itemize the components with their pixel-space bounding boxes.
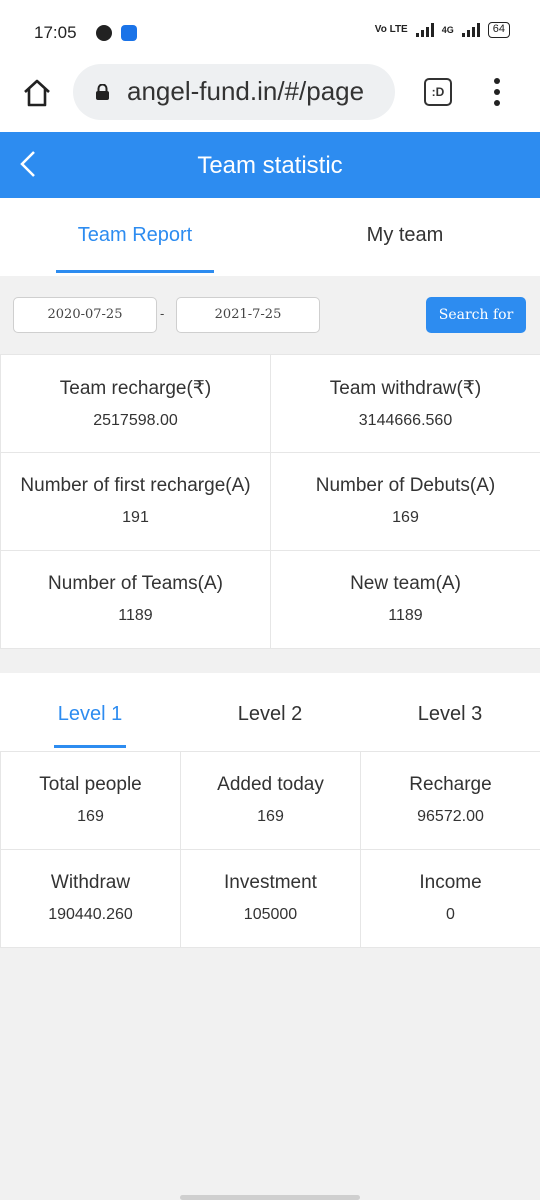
- clock: 17:05: [34, 23, 77, 42]
- level-stat-income: Income 0: [360, 849, 540, 948]
- date-filter: 2020-07-25 - 2021-7-25 Search for: [0, 276, 540, 354]
- more-menu-icon[interactable]: [487, 74, 507, 110]
- stat-label: Number of Teams(A): [48, 573, 223, 594]
- tab-team-report[interactable]: Team Report: [0, 224, 270, 247]
- stat-value: 169: [77, 808, 104, 825]
- stat-label: Investment: [224, 872, 317, 893]
- browser-toolbar: angel-fund.in/#/page :D: [0, 64, 540, 132]
- stat-team-recharge: Team recharge(₹) 2517598.00: [0, 354, 271, 453]
- network-type: 4G: [441, 25, 454, 35]
- stat-value: 96572.00: [417, 808, 484, 825]
- signal-icon: [415, 23, 434, 37]
- stat-label: Added today: [217, 774, 324, 795]
- stat-value: 190440.260: [48, 906, 133, 923]
- level-tabs: Level 1 Level 2 Level 3: [0, 673, 540, 751]
- stat-label: Income: [419, 872, 482, 893]
- team-stats-grid: Team recharge(₹) 2517598.00 Team withdra…: [0, 354, 540, 649]
- active-tab-indicator: [56, 270, 214, 273]
- stat-value: 2517598.00: [93, 412, 178, 429]
- tab-level-2[interactable]: Level 2: [180, 703, 360, 726]
- stat-label: New team(A): [350, 573, 461, 594]
- stat-value: 1189: [388, 607, 423, 624]
- stat-label: Withdraw: [50, 872, 131, 893]
- stat-debuts: Number of Debuts(A) 169: [270, 452, 540, 551]
- level-stat-withdraw: Withdraw 190440.260: [0, 849, 181, 948]
- stat-label: Team withdraw(₹): [329, 378, 482, 399]
- tab-switcher-button[interactable]: :D: [424, 78, 452, 106]
- stat-value: 169: [257, 808, 284, 825]
- stat-number-of-teams: Number of Teams(A) 1189: [0, 550, 271, 649]
- stat-label: Total people: [39, 774, 142, 795]
- level-stat-investment: Investment 105000: [180, 849, 361, 948]
- date-separator: -: [160, 306, 165, 321]
- search-button[interactable]: Search for: [426, 297, 526, 333]
- stat-value: 1189: [118, 607, 153, 624]
- volte-indicator: Vo LTE: [374, 24, 408, 35]
- stat-label: Team recharge(₹): [59, 378, 212, 399]
- end-date-input[interactable]: 2021-7-25: [176, 297, 320, 333]
- app-notification-icon: [121, 25, 137, 41]
- home-icon[interactable]: [20, 76, 54, 110]
- stat-first-recharge: Number of first recharge(A) 191: [0, 452, 271, 551]
- page-title: Team statistic: [197, 152, 343, 179]
- start-date-input[interactable]: 2020-07-25: [13, 297, 157, 333]
- stat-value: 169: [392, 509, 419, 526]
- stat-team-withdraw: Team withdraw(₹) 3144666.560: [270, 354, 540, 453]
- tab-level-3[interactable]: Level 3: [360, 703, 540, 726]
- url-text: angel-fund.in/#/page: [127, 76, 365, 106]
- battery-icon: 64: [487, 22, 510, 38]
- tab-level-1[interactable]: Level 1: [0, 703, 180, 726]
- page-header: Team statistic: [0, 132, 540, 198]
- stat-value: 3144666.560: [358, 412, 453, 429]
- status-bar: 17:05 Vo LTE 4G 64: [0, 0, 540, 64]
- signal-icon-2: [461, 23, 480, 37]
- level-stat-added-today: Added today 169: [180, 751, 361, 850]
- stat-value: 0: [446, 906, 455, 923]
- report-tabs: Team Report My team: [0, 198, 540, 276]
- level-stat-total-people: Total people 169: [0, 751, 181, 850]
- stat-label: Recharge: [409, 774, 492, 795]
- stat-value: 105000: [243, 906, 298, 923]
- tab-my-team[interactable]: My team: [270, 224, 540, 247]
- address-bar[interactable]: angel-fund.in/#/page: [73, 64, 395, 120]
- status-icons: Vo LTE 4G 64: [375, 22, 510, 38]
- stat-label: Number of Debuts(A): [315, 475, 496, 496]
- lock-icon: [96, 84, 109, 100]
- gesture-nav-bar[interactable]: [180, 1195, 360, 1200]
- stat-label: Number of first recharge(A): [20, 475, 251, 496]
- active-level-indicator: [54, 745, 126, 748]
- facebook-icon: [96, 25, 112, 41]
- stat-new-team: New team(A) 1189: [270, 550, 540, 649]
- stat-value: 191: [122, 509, 149, 526]
- level-stat-recharge: Recharge 96572.00: [360, 751, 540, 850]
- level-stats-grid: Total people 169 Added today 169 Recharg…: [0, 751, 540, 948]
